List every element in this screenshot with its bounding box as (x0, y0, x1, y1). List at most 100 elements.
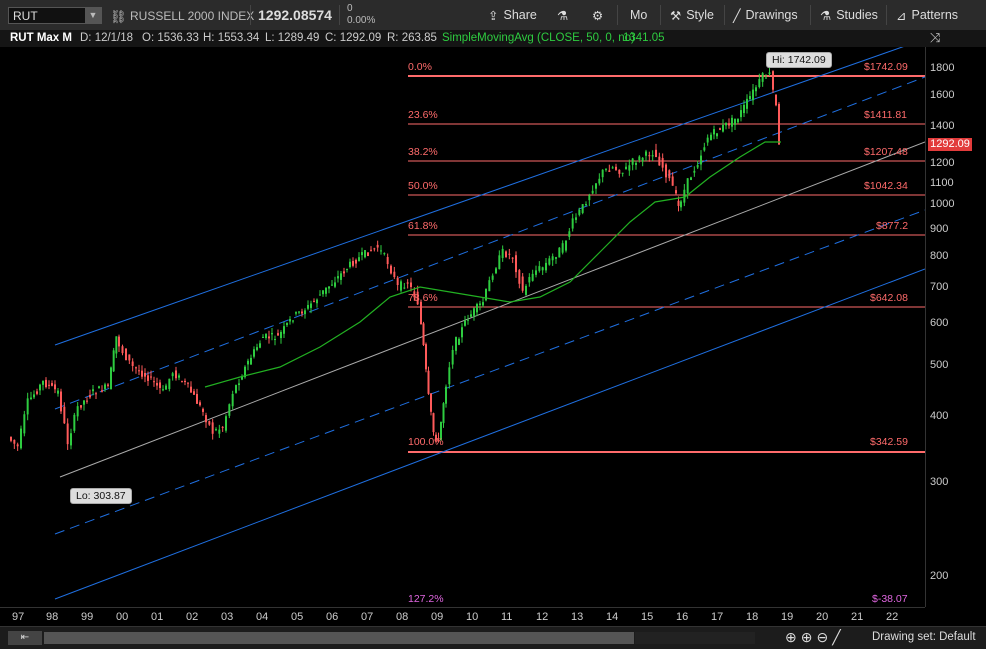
candle-body (274, 339, 276, 341)
time-scrollbar[interactable] (44, 632, 634, 644)
candle-body (131, 361, 134, 367)
x-tick: 21 (851, 611, 864, 623)
candle-body (628, 165, 631, 171)
drawing-tools-icon[interactable]: ⤨ (930, 30, 950, 47)
candle-body (686, 178, 689, 194)
candle-body (400, 281, 402, 291)
drawing-set[interactable]: Drawing set: Default (872, 631, 976, 643)
candle-body (334, 282, 336, 287)
candle-body (615, 166, 617, 170)
candle-body (445, 386, 447, 404)
x-tick: 98 (46, 611, 59, 623)
candle-body (349, 261, 351, 268)
candle-body (651, 155, 654, 157)
candle-body (95, 393, 97, 395)
studies-button[interactable]: ⚗ Studies (820, 6, 878, 24)
candle-body (215, 429, 217, 431)
info-range: R: 263.85 (387, 32, 437, 44)
change-value: 0 (347, 3, 353, 14)
candle-body (51, 383, 53, 386)
candle-body (352, 261, 354, 266)
x-tick: 12 (536, 611, 549, 623)
y-tick: 500 (930, 359, 949, 371)
share-button[interactable]: ⇪ Share (488, 6, 537, 24)
zoom-out-icon[interactable]: ⊖ (816, 629, 828, 646)
candle-body (165, 385, 167, 390)
channel-lower-dashed-line (54, 209, 926, 535)
candle-body (295, 312, 297, 314)
drawings-label: Drawings (745, 8, 798, 22)
x-tick: 04 (256, 611, 269, 623)
candle-body (83, 400, 85, 405)
price-axis[interactable]: 1800 1600 1400 1200 1100 1000 900 800 70… (925, 47, 986, 607)
candle-body (575, 217, 577, 220)
candle-body (595, 183, 597, 189)
channel-mid-line (59, 141, 926, 478)
candle-body (235, 385, 237, 393)
candle-body (118, 336, 120, 347)
separator (250, 5, 251, 25)
candle-body (45, 379, 47, 388)
candle-body (451, 349, 454, 365)
fib-price-0: $1742.09 (864, 61, 908, 73)
candle-body (535, 270, 537, 275)
candle-body (208, 421, 211, 425)
separator (617, 5, 618, 25)
candle-body (677, 200, 680, 206)
link-icon[interactable]: ⛓ (110, 9, 127, 25)
candle-body (211, 422, 214, 434)
study-label[interactable]: SimpleMovingAvg (CLOSE, 50, 0, no) (442, 30, 635, 47)
fib-price-1: $1411.81 (864, 109, 908, 121)
symbol-dropdown-icon[interactable]: ▼ (85, 8, 101, 23)
candle-body (455, 337, 457, 351)
study-value: 1341.05 (623, 32, 665, 44)
candle-body (128, 354, 131, 361)
candle-body (178, 375, 180, 378)
bottom-bar: ⇤ ⊕ ⊕ ⊖ ╱ Drawing set: Default (0, 626, 986, 649)
candle-body (545, 262, 547, 271)
x-tick: 15 (641, 611, 654, 623)
candle-body (283, 326, 285, 334)
candle-body (591, 190, 594, 194)
candle-body (482, 302, 484, 306)
aggregation-button[interactable]: Mo (630, 6, 647, 24)
candle-body (618, 169, 621, 174)
time-axis[interactable]: 97 98 99 00 01 02 03 04 05 06 07 08 09 1… (0, 607, 925, 627)
chart-canvas[interactable] (0, 38, 926, 607)
fib-label-3: 50.0% (408, 180, 438, 192)
pencil-icon[interactable]: ╱ (832, 629, 840, 646)
candle-body (80, 405, 82, 408)
candle-body (187, 382, 189, 384)
candle-body (125, 348, 127, 361)
candle-body (304, 310, 306, 315)
candle-body (110, 367, 112, 390)
patterns-button[interactable]: ⊿ Patterns (896, 6, 958, 24)
settings-button[interactable]: ⚙ (592, 6, 603, 24)
scrollbar-empty-area[interactable] (635, 632, 755, 644)
candle-body (138, 370, 140, 372)
candle-body (495, 268, 497, 274)
pan-icon[interactable]: ⊕ (785, 629, 797, 646)
symbol-input[interactable]: RUT ▼ (8, 7, 102, 24)
zoom-in-icon[interactable]: ⊕ (801, 629, 813, 646)
x-tick: 07 (361, 611, 374, 623)
candle-body (30, 397, 32, 399)
flask-button[interactable]: ⚗ (557, 6, 568, 24)
style-button[interactable]: ⚒ Style (670, 6, 714, 24)
scrollbar-thumb[interactable] (44, 632, 634, 644)
candle-body (696, 165, 699, 168)
candle-body (376, 244, 379, 248)
candle-body (778, 103, 780, 145)
candle-body (432, 413, 435, 433)
drawings-button[interactable]: ╱ Drawings (733, 6, 798, 24)
candle-body (422, 323, 425, 346)
scroll-start-button[interactable]: ⇤ (8, 631, 42, 645)
candle-body (310, 303, 312, 308)
price-chart[interactable]: 0.0% $1742.09 23.6% $1411.81 38.2% $1207… (0, 38, 926, 607)
candle-body (740, 110, 742, 118)
separator (810, 5, 811, 25)
fib-price-2: $1207.48 (864, 146, 908, 158)
candle-body (92, 389, 94, 392)
candle-body (768, 72, 771, 75)
candle-body (218, 429, 221, 434)
